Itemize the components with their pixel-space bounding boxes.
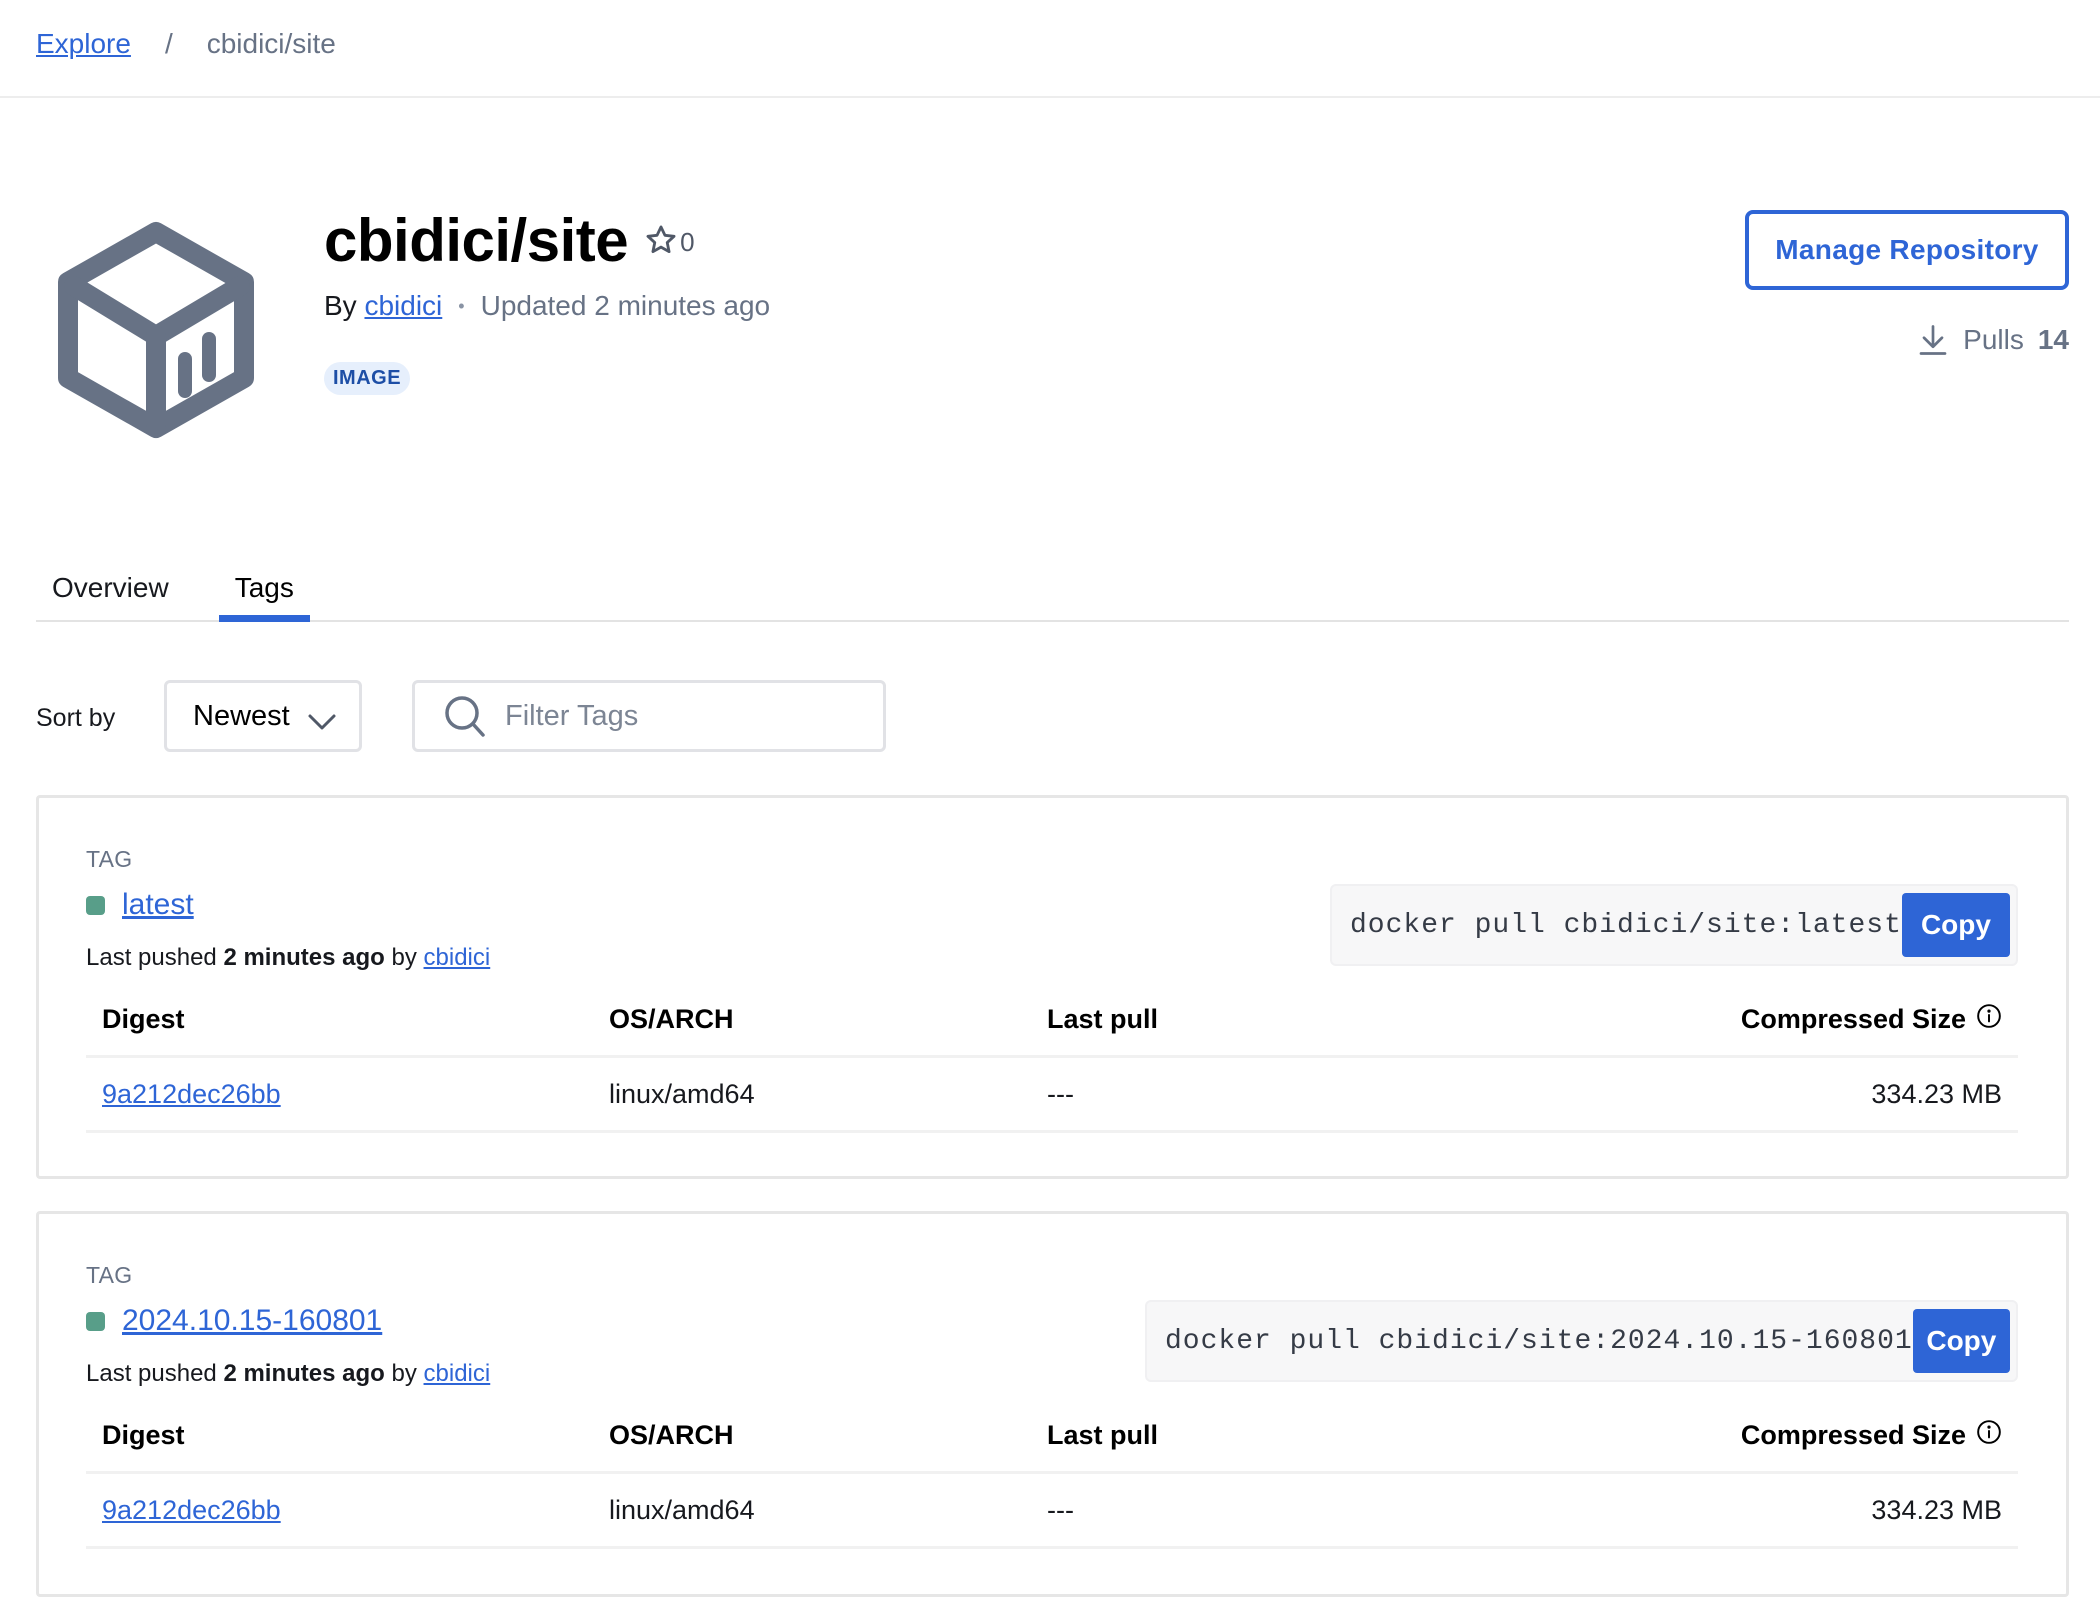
table-row: 9a212dec26bb linux/amd64 --- 334.23 MB: [86, 1058, 2018, 1133]
breadcrumb-current: cbidici/site: [206, 28, 336, 59]
pull-command-box: docker pull cbidici/site:latest Copy: [1330, 884, 2018, 966]
pushed-time: 2 minutes ago: [223, 944, 385, 971]
star-count: 0: [680, 227, 695, 257]
last-pull-value: ---: [1047, 1494, 1074, 1525]
info-icon[interactable]: [1976, 1003, 2002, 1036]
header-compressed-size-label: Compressed Size: [1740, 1004, 1966, 1034]
byline-dot: •: [458, 295, 465, 316]
page-title: cbidici/site: [324, 207, 629, 274]
tag-name-row: latest: [86, 888, 194, 922]
header-divider: [0, 96, 2100, 98]
filter-tags-field[interactable]: [412, 680, 886, 752]
pull-command-text[interactable]: docker pull cbidici/site:2024.10.15-1608…: [1165, 1326, 1913, 1357]
last-pushed-text: Last pushed 2 minutes ago by cbidici: [86, 944, 490, 972]
manage-repository-button[interactable]: Manage Repository: [1745, 210, 2069, 290]
tag-name-link[interactable]: latest: [122, 888, 194, 922]
header-last-pull: Last pull: [1047, 1004, 1159, 1034]
pulls-stat: Pulls 14: [1915, 322, 2069, 358]
pushed-by-link[interactable]: cbidici: [424, 1360, 491, 1387]
tab-tags[interactable]: Tags: [218, 560, 311, 622]
size-value: 334.23 MB: [1871, 1078, 2002, 1109]
pushed-time: 2 minutes ago: [223, 1360, 385, 1387]
digest-link[interactable]: 9a212dec26bb: [102, 1495, 281, 1526]
star-button[interactable]: 0: [644, 223, 695, 262]
pushed-by-link[interactable]: cbidici: [424, 944, 491, 971]
breadcrumb-explore-link[interactable]: Explore: [36, 28, 131, 60]
breadcrumb-separator: /: [164, 28, 173, 59]
size-value: 334.23 MB: [1871, 1494, 2002, 1525]
last-pull-value: ---: [1047, 1078, 1074, 1109]
table-header-row: Digest OS/ARCH Last pull Compressed Size: [86, 984, 2018, 1058]
pushed-prefix: Last pushed: [86, 1360, 217, 1387]
chevron-down-icon: [307, 707, 337, 740]
header-compressed-size-label: Compressed Size: [1740, 1420, 1966, 1450]
repo-title-row: cbidici/site 0: [324, 205, 695, 277]
tag-section-label: TAG: [86, 846, 133, 872]
os-arch-value: linux/amd64: [609, 1078, 755, 1109]
search-icon: [443, 694, 487, 738]
digest-table: Digest OS/ARCH Last pull Compressed Size…: [86, 1400, 2018, 1549]
info-icon[interactable]: [1976, 1419, 2002, 1452]
header-compressed-size: Compressed Size: [1741, 1003, 2002, 1036]
repository-cube-icon: [54, 220, 258, 440]
table-row: 9a212dec26bb linux/amd64 --- 334.23 MB: [86, 1474, 2018, 1549]
last-pushed-text: Last pushed 2 minutes ago by cbidici: [86, 1360, 490, 1388]
pushed-by-label: by: [391, 944, 417, 971]
star-icon: [644, 223, 678, 262]
pushed-by-label: by: [391, 1360, 417, 1387]
tag-section-label: TAG: [86, 1262, 133, 1288]
pull-command-text[interactable]: docker pull cbidici/site:latest: [1350, 910, 1902, 941]
breadcrumb: Explore / cbidici/site: [36, 22, 336, 66]
owner-link[interactable]: cbidici: [364, 290, 442, 322]
repo-byline: By cbidici • Updated 2 minutes ago: [324, 290, 770, 322]
tag-status-dot: [86, 1311, 105, 1331]
os-arch-value: linux/amd64: [609, 1494, 755, 1525]
tag-name-link[interactable]: 2024.10.15-160801: [122, 1304, 382, 1338]
updated-text: Updated 2 minutes ago: [480, 290, 771, 321]
table-header-row: Digest OS/ARCH Last pull Compressed Size: [86, 1400, 2018, 1474]
header-os-arch: OS/ARCH: [609, 1420, 734, 1450]
sort-by-label: Sort by: [36, 704, 116, 732]
digest-link[interactable]: 9a212dec26bb: [102, 1079, 281, 1110]
tag-status-dot: [86, 895, 105, 915]
repo-tabs: Overview Tags: [36, 560, 2069, 622]
sort-value: Newest: [193, 699, 290, 732]
copy-button[interactable]: Copy: [1901, 893, 2010, 957]
pull-command-box: docker pull cbidici/site:2024.10.15-1608…: [1145, 1300, 2018, 1382]
pushed-prefix: Last pushed: [86, 944, 217, 971]
header-last-pull: Last pull: [1047, 1420, 1159, 1450]
filter-tags-input[interactable]: [505, 699, 883, 733]
sort-select[interactable]: Newest: [164, 680, 362, 752]
tag-card: TAG latest Last pushed 2 minutes ago by …: [36, 795, 2069, 1179]
header-compressed-size: Compressed Size: [1741, 1419, 2002, 1452]
pulls-count: 14: [2037, 324, 2069, 355]
header-os-arch: OS/ARCH: [609, 1004, 734, 1034]
header-digest: Digest: [102, 1420, 185, 1450]
pulls-label: Pulls: [1963, 324, 2024, 355]
header-digest: Digest: [102, 1004, 185, 1034]
copy-button[interactable]: Copy: [1912, 1309, 2010, 1373]
tag-card: TAG 2024.10.15-160801 Last pushed 2 minu…: [36, 1211, 2069, 1597]
digest-table: Digest OS/ARCH Last pull Compressed Size…: [86, 984, 2018, 1133]
by-label: By: [324, 290, 357, 321]
image-badge: IMAGE: [324, 362, 411, 395]
download-icon: [1915, 322, 1951, 358]
tag-name-row: 2024.10.15-160801: [86, 1304, 382, 1338]
tab-overview[interactable]: Overview: [36, 560, 185, 620]
